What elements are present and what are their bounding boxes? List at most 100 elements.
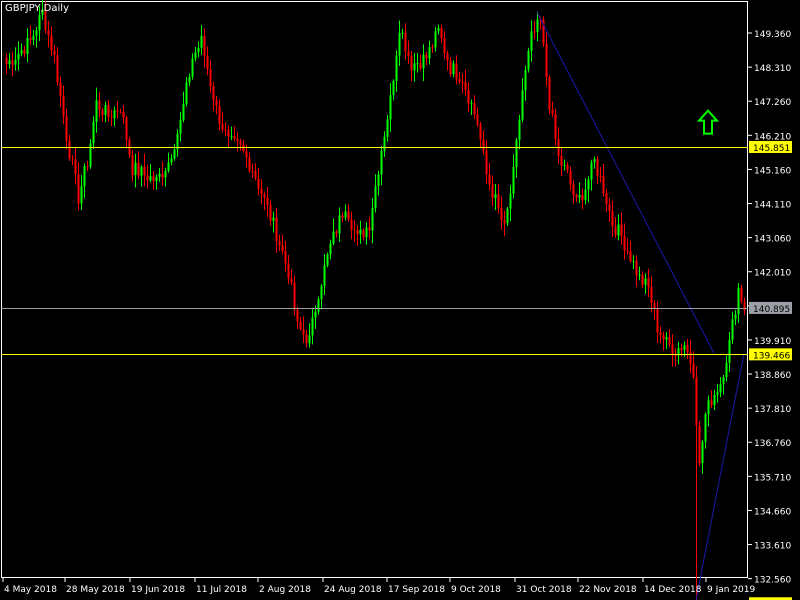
candle-body <box>95 100 98 122</box>
candle-body <box>215 100 218 106</box>
candle-body <box>380 150 383 175</box>
candle-body <box>503 220 506 224</box>
y-tick-label: 137.810 <box>754 405 791 415</box>
candle-body <box>275 217 278 242</box>
candle-body <box>716 392 719 395</box>
candle-body <box>659 332 662 336</box>
candle-body <box>437 28 440 32</box>
candle-body <box>602 176 605 193</box>
candle-body <box>212 86 215 101</box>
candle-body <box>506 208 509 224</box>
y-tick-label: 133.610 <box>754 542 791 552</box>
candle-body <box>635 260 638 276</box>
candle-body <box>587 179 590 190</box>
candle-body <box>122 112 125 118</box>
candle-body <box>155 176 158 182</box>
candle-body <box>53 50 56 55</box>
candle-body <box>23 49 26 54</box>
candle-body <box>455 63 458 80</box>
candle-body <box>725 362 728 378</box>
candle-body <box>194 52 197 59</box>
price-chart-canvas[interactable]: 149.360 148.310 147.260 146.210 145.160 144.1… <box>0 0 800 600</box>
candle-body <box>470 102 473 104</box>
candle-body <box>515 140 518 168</box>
y-tick-label: 146.210 <box>754 132 791 142</box>
candle-body <box>428 47 431 59</box>
candle-body <box>299 321 302 330</box>
candle-body <box>665 337 668 340</box>
y-tick-label: 136.760 <box>754 439 791 449</box>
candle-body <box>65 116 68 141</box>
level-price-label: 145.851 <box>753 144 790 154</box>
x-tick-label: 9 Jan 2019 <box>707 585 755 595</box>
candle-body <box>734 314 737 320</box>
candle-body <box>641 274 644 285</box>
candle-body <box>161 173 164 178</box>
candle-body <box>560 155 563 166</box>
candle-body <box>590 162 593 180</box>
candle-body <box>284 251 287 264</box>
chart[interactable]: 149.360 148.310 147.260 146.210 145.160 144.1… <box>0 0 800 600</box>
candle-body <box>233 136 236 139</box>
candle-body <box>200 35 203 48</box>
candle-body <box>317 299 320 312</box>
candle-body <box>488 174 491 185</box>
candle-body <box>140 166 143 176</box>
candle-body <box>452 63 455 75</box>
y-tick-label: 142.010 <box>754 269 791 279</box>
candle-body <box>626 250 629 252</box>
candle-body <box>329 243 332 255</box>
candle-body <box>146 175 149 181</box>
x-tick-label: 24 Aug 2018 <box>324 585 382 595</box>
candle-body <box>29 38 32 40</box>
candle-body <box>425 54 428 59</box>
candle-body <box>257 178 260 189</box>
candle-body <box>203 35 206 56</box>
candle-body <box>548 77 551 111</box>
candle-body <box>8 60 11 65</box>
candle-body <box>671 344 674 355</box>
y-tick-label: 138.860 <box>754 371 791 381</box>
candle-body <box>518 119 521 141</box>
candle-body <box>62 95 65 117</box>
candle-body <box>728 339 731 363</box>
candle-body <box>131 155 134 175</box>
candle-body <box>692 363 695 378</box>
candle-body <box>281 245 284 252</box>
candle-body <box>11 60 14 65</box>
candle-body <box>620 224 623 237</box>
candle-body <box>344 211 347 218</box>
candle-body <box>308 335 311 344</box>
candle-body <box>707 400 710 415</box>
candle-body <box>521 90 524 120</box>
candle-body <box>89 143 92 167</box>
candle-body <box>419 62 422 69</box>
candle-body <box>92 121 95 144</box>
candle-body <box>332 231 335 244</box>
y-tick-label: 144.110 <box>754 201 791 211</box>
candle-body <box>473 102 476 115</box>
candle-body <box>632 260 635 262</box>
candle-body <box>509 193 512 209</box>
candle-body <box>404 32 407 52</box>
candle-body <box>38 14 41 31</box>
candle-body <box>287 263 290 279</box>
candle-body <box>449 60 452 75</box>
candle-body <box>335 231 338 234</box>
x-tick-label: 4 May 2018 <box>4 585 57 595</box>
candle-body <box>134 162 137 175</box>
candle-body <box>98 100 101 110</box>
candle-body <box>464 82 467 90</box>
candle-body <box>491 184 494 199</box>
candle-body <box>644 278 647 285</box>
candle-body <box>353 229 356 231</box>
candle-body <box>467 89 470 104</box>
candle-body <box>527 50 530 70</box>
chart-background <box>0 0 800 600</box>
x-tick-label: 28 May 2018 <box>66 585 125 595</box>
candle-body <box>524 69 527 91</box>
candle-body <box>479 124 482 140</box>
candle-body <box>584 189 587 201</box>
candle-body <box>143 166 146 176</box>
candle-body <box>383 136 386 151</box>
